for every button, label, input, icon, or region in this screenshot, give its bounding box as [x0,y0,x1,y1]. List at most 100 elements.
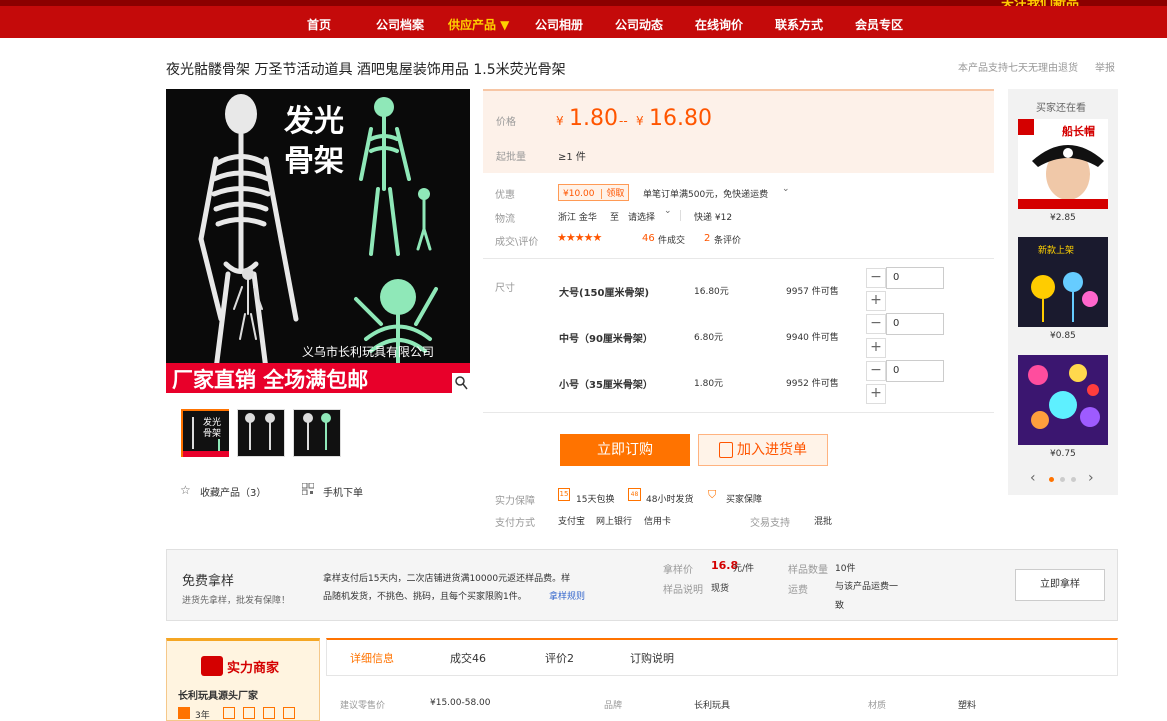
plus-button[interactable]: + [866,384,886,404]
quantity-input-large[interactable]: 0 [886,267,944,289]
guarantee-label: 实力保障 [495,496,535,507]
sku-name-large: 大号(150厘米骨架) [559,288,650,299]
recommend-item-3[interactable] [1018,355,1108,445]
recommend-item-1[interactable]: 船长帽 [1018,119,1108,209]
tab-order-notes[interactable]: 订购说明 [630,650,674,666]
recommend-price-1: ¥2.85 [1050,213,1076,223]
sku-price-medium: 6.80元 [694,333,724,343]
price-high: 16.80 [649,106,712,131]
zoom-icon[interactable] [452,373,470,393]
add-to-cart-button[interactable]: 加入进货单 [698,434,828,466]
badge-icon [223,707,235,719]
image-headline-2: 骨架 [284,144,344,179]
favorite-product-link[interactable]: 收藏产品（3） [200,484,266,499]
minus-button[interactable]: − [866,361,886,381]
merchant-name[interactable]: 长利玩具源头厂家 [178,687,258,702]
tab-details[interactable]: 详细信息 [350,650,394,666]
tab-reviews[interactable]: 评价2 [545,650,574,666]
badge-icon [263,707,275,719]
chevron-right-icon[interactable]: › [1088,470,1094,486]
recommend-price-2: ¥0.85 [1050,331,1076,341]
nav-album[interactable]: 公司相册 [535,16,583,33]
sample-note-value: 现货 [711,584,730,594]
size-label: 尺寸 [495,283,515,294]
destination-select[interactable]: 请选择 [628,210,655,223]
review-count-suffix: 条评价 [714,236,742,246]
main-product-image[interactable]: 发光 骨架 义乌市长利玩具有限公司 厂家直销 全场满包邮 [166,89,470,393]
minus-button[interactable]: − [866,314,886,334]
recommend-caption-1: 船长帽 [1062,124,1095,138]
minus-button[interactable]: − [866,268,886,288]
chevron-down-icon[interactable]: ⌄ [664,206,672,216]
sample-price-unit: 元/件 [733,564,755,574]
sample-price-label: 拿样价 [663,565,693,576]
carousel-dot-active[interactable] [1049,477,1054,482]
spec-brand-label: 品牌 [604,701,623,711]
sales-count-suffix: 件成交 [658,236,686,246]
sample-desc-line1: 拿样支付后15天内，二次店铺进货满10000元返还样品费。样 [323,574,571,584]
nav-news[interactable]: 公司动态 [615,16,663,33]
star-outline-icon[interactable]: ☆ [180,483,191,497]
divider [483,258,994,259]
plus-button[interactable]: + [866,338,886,358]
detail-tabs: 详细信息 成交46 评价2 订购说明 [326,638,1118,676]
sku-price-small: 1.80元 [694,379,724,389]
payment-alipay: 支付宝 [558,517,586,527]
carousel-dot[interactable] [1071,477,1076,482]
nav-home[interactable]: 首页 [307,16,331,33]
spec-price-value: ¥15.00-58.00 [430,698,491,708]
quantity-input-small[interactable]: 0 [886,360,944,382]
thumbnail-2[interactable] [237,409,285,457]
express-fee: 快递 ¥12 [694,213,733,223]
bull-logo-icon [201,656,223,676]
moq-value: ≥1 件 [558,152,586,163]
price-box: 价格 ¥ 1.80 -- ¥ 16.80 起批量 ≥1 件 [483,89,994,173]
nav-products[interactable]: 供应产品 ▼ [448,16,509,33]
sales-count[interactable]: 46 [642,233,655,244]
thumbnail-3[interactable] [293,409,341,457]
payment-label: 支付方式 [495,518,535,529]
tab-transactions[interactable]: 成交46 [450,650,486,666]
return-policy-note: 本产品支持七天无理由退货 [958,63,1078,74]
image-banner-text: 厂家直销 全场满包邮 [172,367,368,392]
sales-label: 成交\评价 [495,237,539,248]
mobile-order-link[interactable]: 手机下单 [323,484,363,499]
buy-now-button[interactable]: 立即订购 [560,434,690,466]
sample-freight-line2: 致 [835,601,845,611]
svg-text:发光: 发光 [203,416,221,428]
plus-button[interactable]: + [866,291,886,311]
recommend-item-2[interactable]: 新款上架 [1018,237,1108,327]
review-count[interactable]: 2 [704,233,710,244]
spec-material-value: 塑料 [958,701,977,711]
carousel-dot[interactable] [1060,477,1065,482]
chevron-left-icon[interactable]: ‹ [1030,470,1036,486]
thumbnail-1[interactable]: 发光 骨架 [181,409,229,457]
product-title: 夜光骷髅骨架 万圣节活动道具 酒吧鬼屋装饰用品 1.5米荧光骨架 [166,62,566,78]
coupon-badge[interactable]: ¥10.00 领取 [558,184,630,201]
coupon-claim[interactable]: 领取 [601,189,625,199]
logistics-to-symbol: 至 [610,213,620,223]
recommend-sidebar: 买家还在看 船长帽 ¥2.85 新款上架 ¥0.85 ¥0.75 ‹ › [1008,89,1118,495]
sample-subtitle: 进货先拿样，批发有保障！ [182,596,291,606]
report-link[interactable]: 举报 [1095,59,1115,74]
rating-stars-icon: ★★★★★ [557,231,602,244]
nav-members[interactable]: 会员专区 [855,16,903,33]
sample-rules-link[interactable]: 拿样规则 [549,589,585,602]
clipboard-icon [719,442,733,458]
sample-note-label: 样品说明 [663,585,703,596]
add-to-cart-label: 加入进货单 [737,442,807,458]
sample-title: 免费拿样 [182,574,235,589]
chevron-down-icon[interactable]: ⌄ [782,184,790,194]
sku-price-large: 16.80元 [694,287,729,297]
nav-company-profile[interactable]: 公司档案 [376,16,424,33]
get-sample-button[interactable]: 立即拿样 [1015,569,1105,601]
nav-inquiry[interactable]: 在线询价 [695,16,743,33]
free-sample-section: 免费拿样 进货先拿样，批发有保障！ 拿样支付后15天内，二次店铺进货满10000… [166,549,1118,621]
currency-symbol: ¥ [556,114,564,128]
price-label: 价格 [496,117,516,128]
merchant-card: 实力商家 长利玩具源头厂家 3年 [166,638,320,721]
quantity-input-medium[interactable]: 0 [886,313,944,335]
nav-contact[interactable]: 联系方式 [775,16,823,33]
sku-name-small: 小号（35厘米骨架） [559,380,653,391]
qrcode-icon[interactable] [301,482,315,496]
